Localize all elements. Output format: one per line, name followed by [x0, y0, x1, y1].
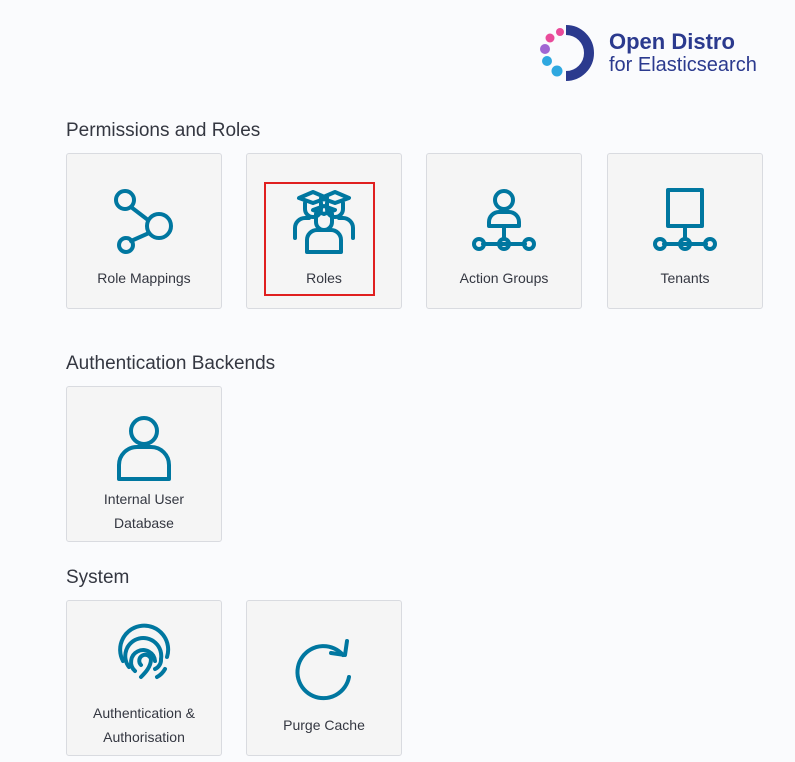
auth-label-line2: Authorisation [103, 729, 185, 745]
action-groups-tile[interactable]: Action Groups [426, 153, 582, 309]
role-mappings-icon [114, 189, 173, 254]
tenants-icon [653, 188, 717, 251]
tenants-tile[interactable]: Tenants [607, 153, 763, 309]
roles-label: Roles [306, 270, 342, 286]
authentication-authorisation-tile[interactable]: Authentication & Authorisation [66, 600, 222, 756]
internal-user-label-line1: Internal User [103, 491, 185, 507]
purge-cache-tile[interactable]: Purge Cache [246, 600, 402, 756]
auth-backends-section-title: Authentication Backends [66, 353, 276, 374]
system-section-title: System [66, 567, 130, 588]
roles-tile[interactable]: Roles [246, 153, 402, 309]
internal-user-label-line2: Database [114, 515, 174, 531]
role-mappings-tile[interactable]: Role Mappings [66, 153, 222, 309]
open-distro-logo: Open Distro for Elasticsearch [537, 24, 757, 82]
internal-user-database-tile[interactable]: Internal User Database [66, 386, 222, 542]
brand-name: Open Distro [609, 29, 735, 54]
action-groups-label: Action Groups [459, 270, 549, 286]
permissions-section-title: Permissions and Roles [66, 120, 261, 141]
role-mappings-label: Role Mappings [97, 270, 191, 286]
roles-icon [293, 190, 355, 254]
brand-subtitle: for Elasticsearch [609, 54, 757, 76]
tenants-label: Tenants [660, 270, 710, 286]
refresh-icon [295, 639, 351, 701]
purge-cache-label: Purge Cache [283, 717, 365, 733]
user-icon [117, 416, 171, 481]
action-groups-icon [472, 189, 536, 251]
auth-label-line1: Authentication & [93, 705, 195, 721]
open-distro-logo-icon [540, 25, 594, 81]
fingerprint-icon [118, 623, 171, 679]
